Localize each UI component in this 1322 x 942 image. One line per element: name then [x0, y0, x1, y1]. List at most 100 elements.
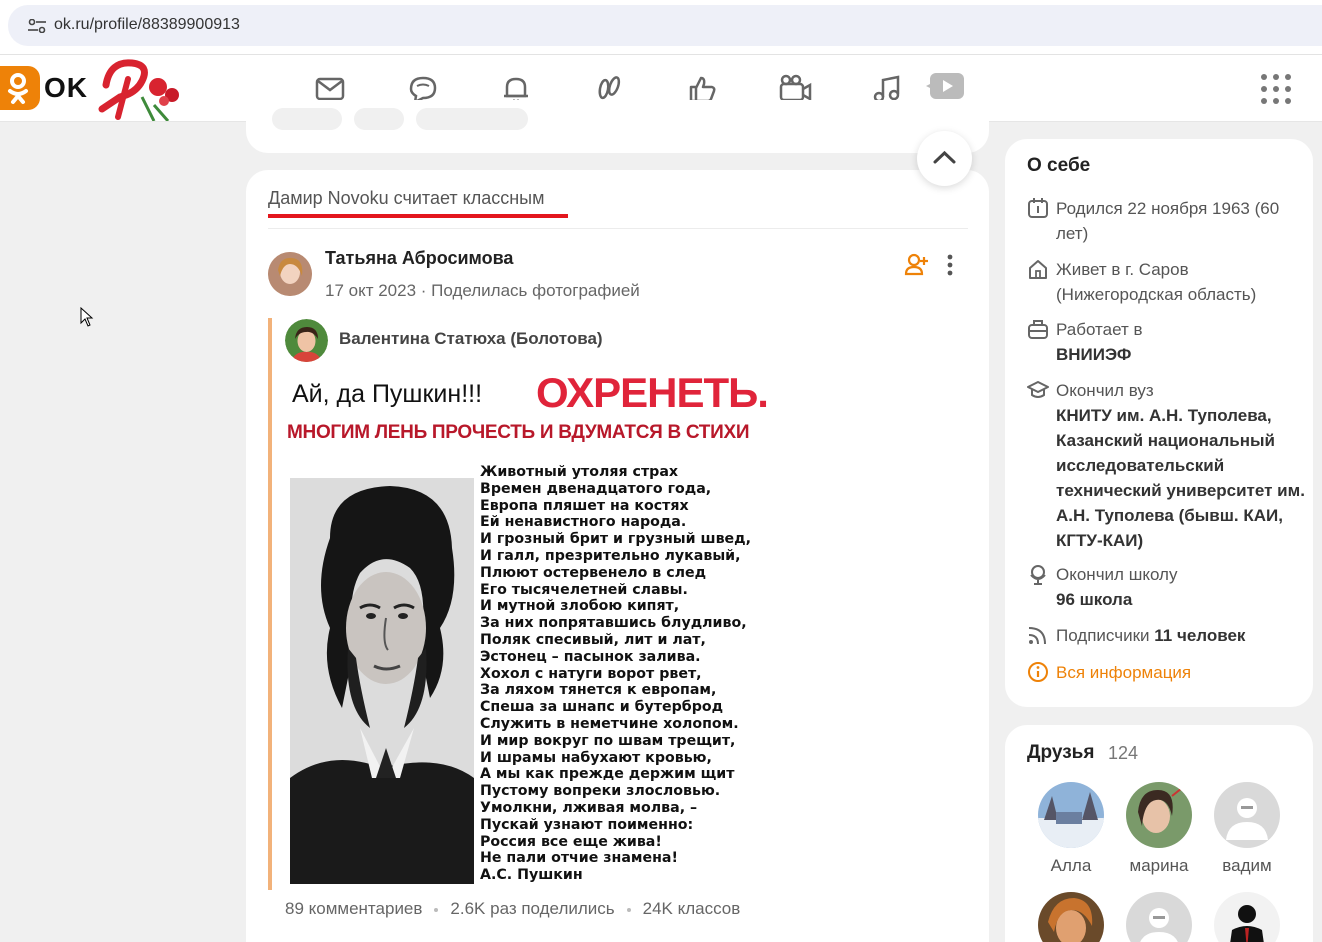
about-title: О себе [1027, 155, 1091, 176]
rss-icon [1028, 627, 1046, 645]
briefcase-icon [1028, 320, 1048, 339]
school-value[interactable]: 96 школа [1056, 590, 1132, 609]
poem-line: А мы как прежде держим щит [480, 766, 735, 783]
browser-toolbar: ok.ru/profile/88389900913 [0, 0, 1322, 55]
action-pill[interactable] [272, 108, 342, 130]
friend-item[interactable] [1207, 892, 1287, 942]
all-info-link[interactable]: Вся информация [1056, 660, 1306, 685]
friend-item[interactable]: Алла [1031, 782, 1111, 876]
pushkin-portrait [290, 478, 474, 884]
poem-line: Не пали отчие знамена! [480, 850, 678, 867]
friend-name[interactable]: вадим [1207, 856, 1287, 876]
poem-line: Спеша за шнапс и бутерброд [480, 699, 724, 716]
friend-name[interactable]: марина [1119, 856, 1199, 876]
active-underline [268, 214, 568, 218]
add-friend-icon[interactable] [904, 252, 930, 278]
feed-post-card: Дамир Novoku считает классным Татьяна Аб… [246, 170, 989, 942]
poem-line: И мир вокруг по швам трещит, [480, 732, 736, 749]
liked-by-header[interactable]: Дамир Novoku считает классным [268, 188, 544, 209]
post-image[interactable]: Ай, да Пушкин!!! ОХРЕНЕТЬ. МНОГИМ ЛЕНЬ П… [284, 369, 804, 890]
poem-line: Пускай узнают поименно: [480, 816, 694, 833]
poem-line: Европа пляшет на костях [480, 497, 689, 514]
post-stats: 89 комментариев 2.6K раз поделились 24K кл… [285, 899, 740, 919]
graduation-cap-icon [1027, 381, 1049, 398]
university-label: Окончил вуз [1056, 381, 1154, 400]
reshared-author-avatar[interactable] [285, 319, 328, 362]
home-icon [1029, 260, 1047, 279]
work-label: Работает в [1056, 320, 1143, 339]
reshare-indicator-bar [268, 318, 272, 890]
ok-wordmark[interactable]: OK [44, 72, 88, 104]
friend-avatar[interactable] [1214, 782, 1280, 848]
friend-avatar[interactable] [1214, 892, 1280, 942]
work-value[interactable]: ВНИИЭФ [1056, 345, 1131, 364]
poem-line: А.С. Пушкин [480, 867, 583, 884]
holiday-ribbon-icon [98, 59, 179, 121]
poem-line: И мутной злобою кипят, [480, 598, 680, 615]
image-title: Ай, да Пушкин!!! [292, 380, 483, 408]
chevron-up-icon [933, 150, 956, 164]
poem-line: За них попрятавшись блудливо, [480, 615, 747, 632]
friend-name[interactable]: Алла [1031, 856, 1111, 876]
poem-line: Служить в неметчине холопом. [480, 715, 739, 732]
more-options-icon[interactable] [940, 252, 960, 278]
info-icon [1028, 662, 1048, 682]
university-value[interactable]: КНИТУ им. А.Н. Туполева, Казанский нацио… [1056, 406, 1305, 550]
poem-line: Времен двенадцатого года, [480, 480, 712, 497]
post-meta: 17 окт 2023 · Поделилась фотографией [325, 281, 640, 300]
poem-line: И грозный брит и грузный швед, [480, 531, 752, 548]
scroll-to-top-button[interactable] [917, 131, 972, 186]
image-subtitle: МНОГИМ ЛЕНЬ ПРОЧЕСТЬ И ВДУМАТСЯ В СТИХИ [287, 422, 750, 443]
image-headline: ОХРЕНЕТЬ. [536, 369, 769, 416]
friend-item[interactable] [1031, 892, 1111, 942]
poem-line: Россия все еще жива! [480, 833, 662, 850]
birthday-text: Родился 22 ноября 1963 (60 лет) [1056, 199, 1280, 243]
school-label: Окончил школу [1056, 565, 1178, 584]
poem-line: Плюют остервенело в след [480, 564, 707, 581]
location-text: Живет в г. Саров (Нижегородская область) [1056, 260, 1257, 304]
address-bar[interactable]: ok.ru/profile/88389900913 [8, 5, 1322, 46]
poem-text: Животный утоляя страх Времен двенадцатого… [480, 464, 751, 884]
author-avatar[interactable] [268, 252, 312, 296]
subscribers-label: Подписчики [1056, 626, 1150, 645]
friends-count: 124 [1108, 743, 1139, 763]
ok-logo-icon[interactable] [0, 66, 40, 110]
poem-line: Его тысячелетней славы. [480, 581, 688, 598]
poem-line: Ей ненавистного народа. [480, 514, 687, 531]
previous-post-card [246, 100, 989, 153]
poem-line: За ляхом тянется к европам, [480, 682, 717, 699]
poem-line: Умолкни, лживая молва, – [480, 799, 698, 816]
mouse-cursor-icon [80, 307, 94, 327]
poem-line: И галл, презрительно лукавый, [480, 547, 741, 564]
url-text[interactable]: ok.ru/profile/88389900913 [54, 16, 240, 34]
poem-line: Животный утоляя страх [480, 464, 679, 480]
friend-avatar[interactable] [1038, 892, 1104, 942]
comments-count[interactable]: 89 комментариев [285, 899, 422, 918]
friends-card: Друзья 124 Алла марина вадим [1005, 725, 1313, 942]
friends-title[interactable]: Друзья [1027, 742, 1094, 764]
calendar-icon [1028, 198, 1048, 218]
poem-line: Хохол с натуги ворот рвет, [480, 665, 702, 682]
poem-line: И шрамы набухают кровью, [480, 749, 712, 766]
reshared-author-name[interactable]: Валентина Статюха (Болотова) [339, 329, 603, 349]
poem-line: Пустому вопреки злословью. [480, 783, 721, 800]
friend-item[interactable] [1119, 892, 1199, 942]
about-card: О себе Родился 22 ноября 1963 (60 лет) Ж… [1005, 139, 1313, 707]
subscribers-value[interactable]: 11 человек [1154, 626, 1245, 645]
klass-count[interactable]: 24K классов [643, 899, 741, 918]
friend-item[interactable]: вадим [1207, 782, 1287, 876]
shares-count[interactable]: 2.6K раз поделились [450, 899, 614, 918]
friend-avatar[interactable] [1038, 782, 1104, 848]
action-pill[interactable] [416, 108, 528, 130]
apps-grid-icon[interactable] [1260, 73, 1292, 105]
poem-line: Поляк спесивый, лит и лат, [480, 631, 706, 648]
friend-avatar[interactable] [1126, 892, 1192, 942]
action-pill[interactable] [354, 108, 404, 130]
globe-icon [1030, 565, 1046, 585]
friend-avatar[interactable] [1126, 782, 1192, 848]
site-settings-icon[interactable] [27, 19, 47, 33]
divider [268, 228, 968, 229]
poem-line: Эстонец – пасынок залива. [480, 648, 701, 665]
post-author-name[interactable]: Татьяна Абросимова [325, 248, 513, 269]
friend-item[interactable]: марина [1119, 782, 1199, 876]
